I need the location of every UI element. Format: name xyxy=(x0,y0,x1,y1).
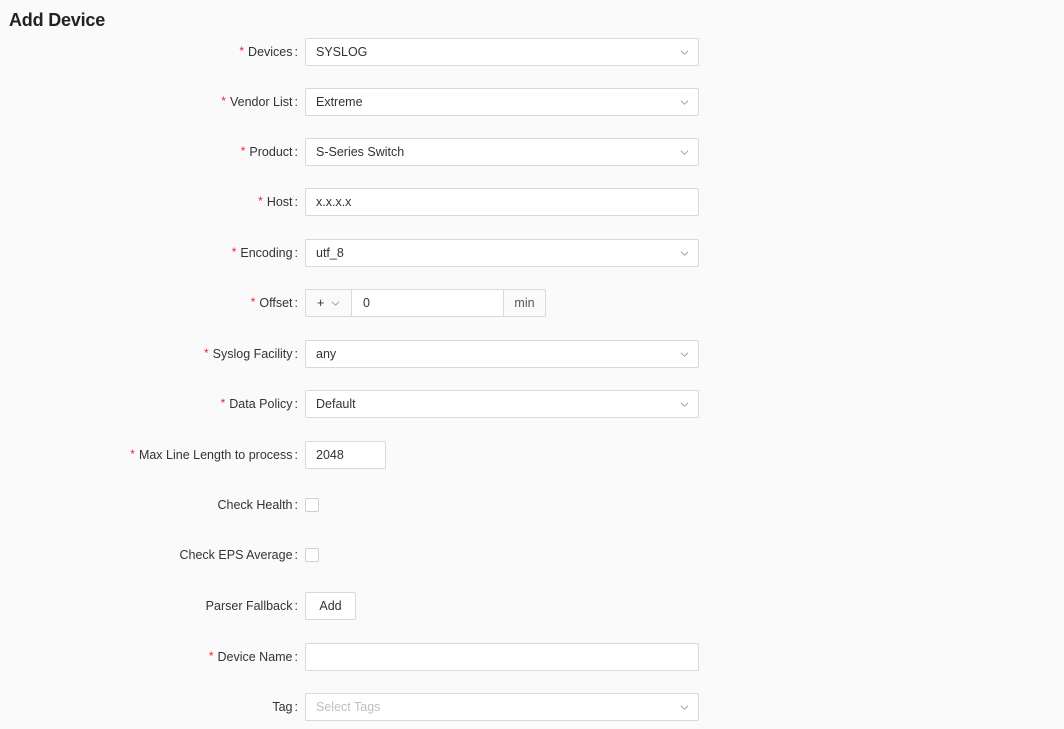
form-row-check-eps-average: Check EPS Average: xyxy=(0,540,1064,570)
devices-value: SYSLOG xyxy=(316,45,368,59)
offset-sign-select[interactable]: + xyxy=(305,289,352,317)
chevron-down-icon xyxy=(680,50,689,55)
product-select[interactable]: S-Series Switch xyxy=(305,138,699,166)
devices-select[interactable]: SYSLOG xyxy=(305,38,699,66)
required-marker: * xyxy=(221,94,226,108)
chevron-down-icon xyxy=(680,352,689,357)
device-name-input[interactable] xyxy=(305,643,699,671)
encoding-select[interactable]: utf_8 xyxy=(305,239,699,267)
tag-label: Tag: xyxy=(272,700,298,714)
parser-fallback-label: Parser Fallback: xyxy=(205,599,298,613)
required-marker: * xyxy=(239,44,245,58)
form-row-product: * Product: S-Series Switch xyxy=(0,137,1064,167)
form-row-encoding: * Encoding: utf_8 xyxy=(0,238,1064,268)
chevron-down-icon xyxy=(680,150,689,155)
form-row-offset: * Offset: + 0 min xyxy=(0,288,1064,318)
encoding-value: utf_8 xyxy=(316,246,344,260)
form-row-parser-fallback: Parser Fallback: Add xyxy=(0,591,1064,621)
max-line-length-input[interactable]: 2048 xyxy=(305,441,386,469)
syslog-facility-label: * Syslog Facility: xyxy=(203,346,298,361)
offset-sign-value: + xyxy=(317,296,325,310)
required-marker: * xyxy=(250,295,256,309)
chevron-down-icon xyxy=(331,301,340,306)
required-marker: * xyxy=(208,649,214,663)
form-row-vendor-list: * Vendor List: Extreme xyxy=(0,87,1064,117)
devices-label: * Devices: xyxy=(239,44,298,59)
form-row-tag: Tag: Select Tags xyxy=(0,692,1064,722)
check-health-label: Check Health: xyxy=(217,498,298,512)
required-marker: * xyxy=(220,396,226,410)
form-row-host: * Host: x.x.x.x xyxy=(0,187,1064,217)
chevron-down-icon xyxy=(680,251,689,256)
chevron-down-icon xyxy=(680,100,689,105)
device-name-label: * Device Name: xyxy=(208,649,298,664)
form-row-device-name: * Device Name: xyxy=(0,642,1064,672)
max-line-length-label: * Max Line Length to process: xyxy=(130,447,298,462)
add-device-form: * Devices: SYSLOG * Vendor List: Extreme *… xyxy=(0,0,1064,729)
vendor-list-select[interactable]: Extreme xyxy=(305,88,699,116)
product-label: * Product: xyxy=(240,144,298,159)
form-row-check-health: Check Health: xyxy=(0,490,1064,520)
chevron-down-icon xyxy=(680,402,689,407)
check-eps-average-label: Check EPS Average: xyxy=(179,548,298,562)
host-input[interactable]: x.x.x.x xyxy=(305,188,699,216)
offset-value: 0 xyxy=(363,296,370,310)
form-row-max-line-length: * Max Line Length to process: 2048 xyxy=(0,440,1064,470)
data-policy-value: Default xyxy=(316,397,356,411)
vendor-list-label: * Vendor List: xyxy=(221,94,298,109)
check-health-checkbox[interactable] xyxy=(305,498,319,512)
offset-label: * Offset: xyxy=(250,295,298,310)
required-marker: * xyxy=(203,346,209,360)
data-policy-label: * Data Policy: xyxy=(220,396,298,411)
syslog-facility-value: any xyxy=(316,347,337,361)
encoding-label: * Encoding: xyxy=(231,245,298,260)
form-row-devices: * Devices: SYSLOG xyxy=(0,37,1064,67)
add-device-page: Add Device * Devices: SYSLOG * Vendor List… xyxy=(0,0,1064,729)
vendor-list-value: Extreme xyxy=(316,95,363,109)
parser-fallback-add-button[interactable]: Add xyxy=(305,592,356,620)
tag-placeholder: Select Tags xyxy=(316,700,381,714)
chevron-down-icon xyxy=(680,705,689,710)
required-marker: * xyxy=(258,194,263,208)
offset-input[interactable]: 0 xyxy=(351,289,504,317)
host-label: * Host: xyxy=(258,194,298,209)
data-policy-select[interactable]: Default xyxy=(305,390,699,418)
product-value: S-Series Switch xyxy=(316,145,405,159)
syslog-facility-select[interactable]: any xyxy=(305,340,699,368)
max-line-length-value: 2048 xyxy=(316,448,344,462)
required-marker: * xyxy=(130,447,135,461)
host-value: x.x.x.x xyxy=(316,195,352,209)
required-marker: * xyxy=(240,144,246,158)
required-marker: * xyxy=(231,245,237,259)
check-eps-average-checkbox[interactable] xyxy=(305,548,319,562)
offset-unit-addon: min xyxy=(503,289,546,317)
form-row-data-policy: * Data Policy: Default xyxy=(0,389,1064,419)
tag-select[interactable]: Select Tags xyxy=(305,693,699,721)
form-row-syslog-facility: * Syslog Facility: any xyxy=(0,339,1064,369)
